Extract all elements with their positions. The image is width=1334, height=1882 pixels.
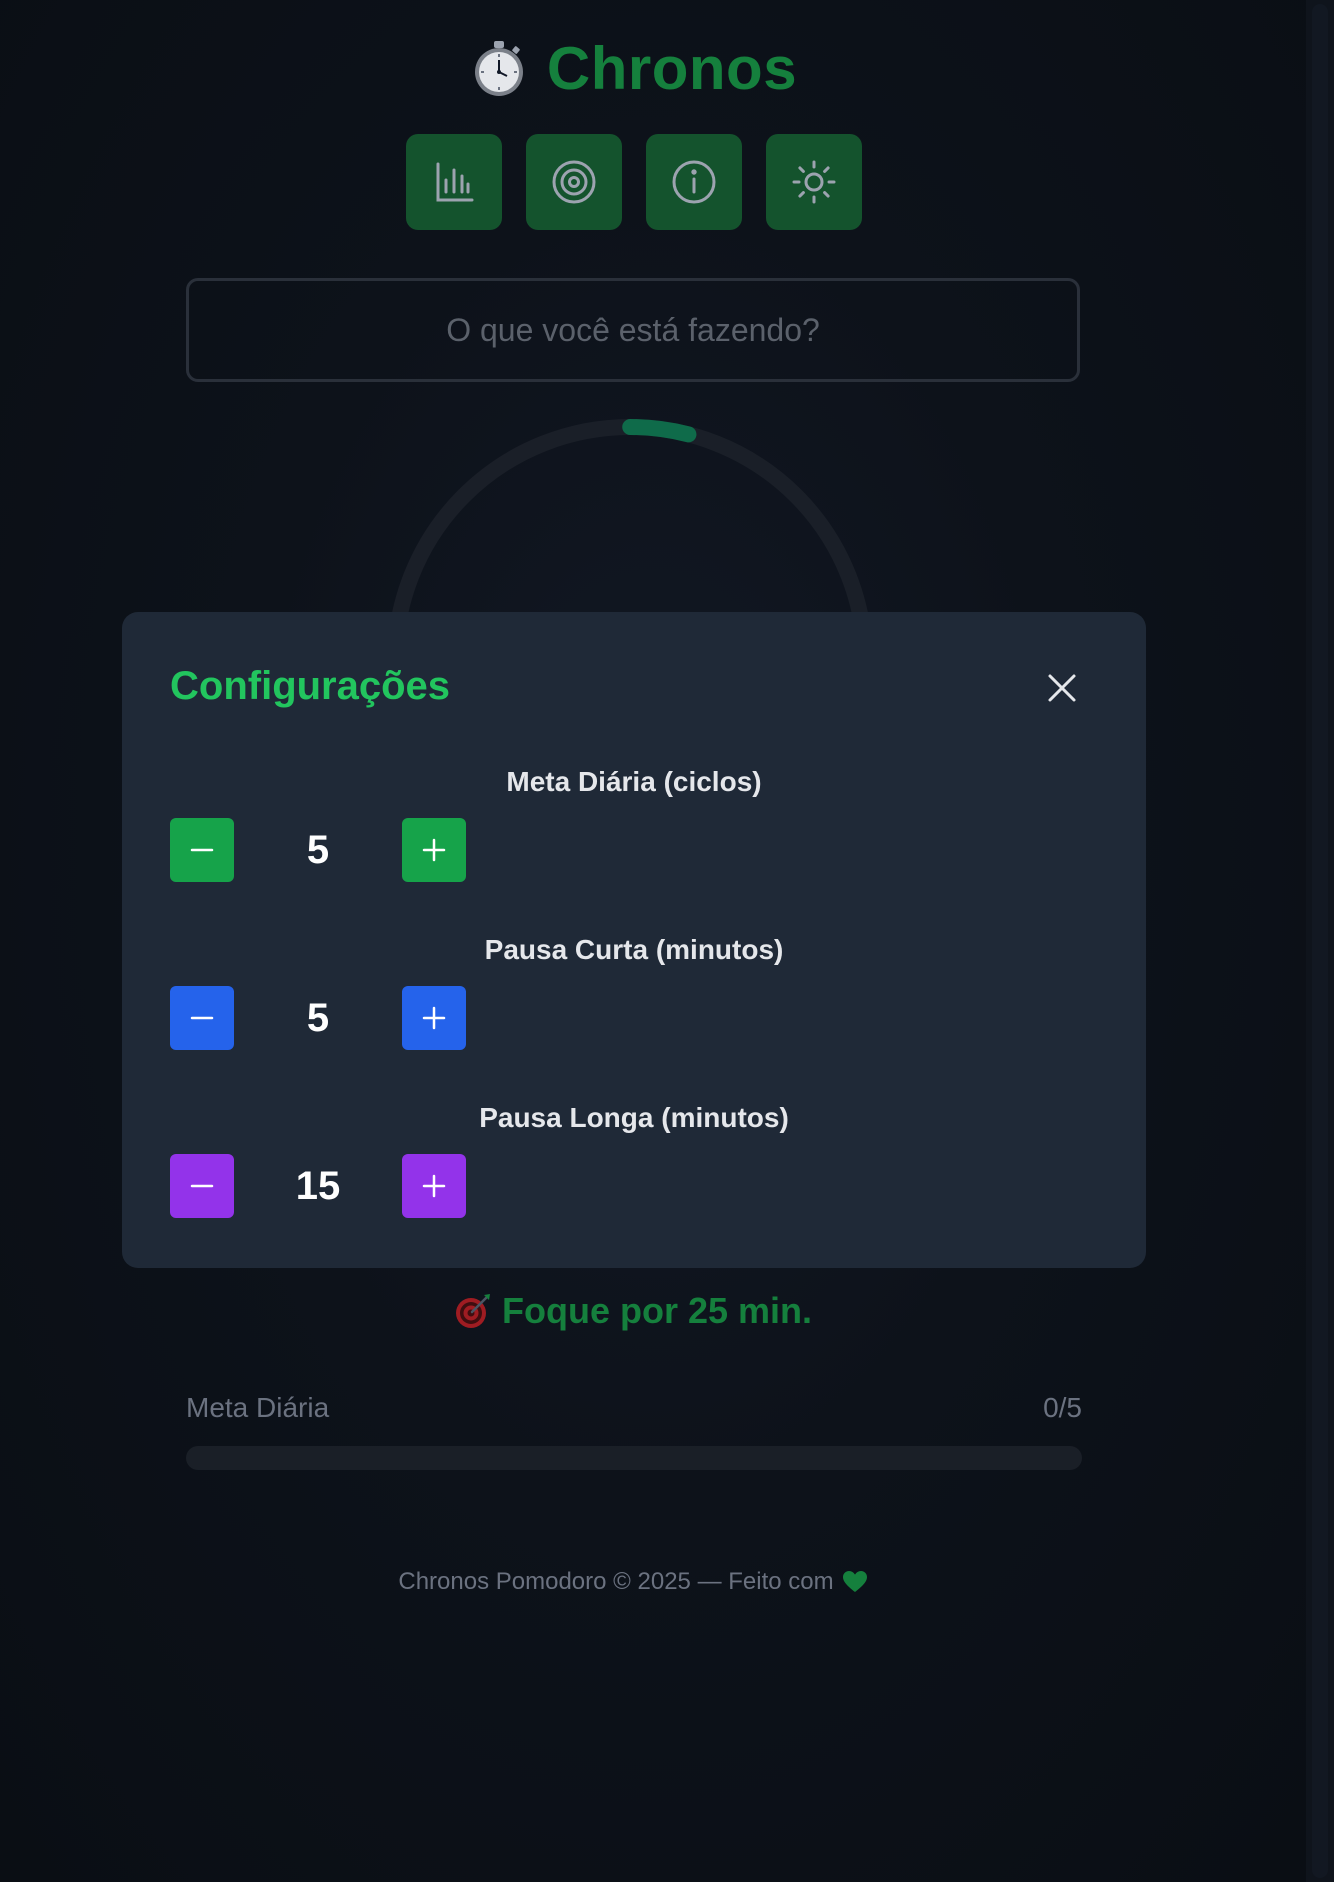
plus-icon <box>422 1006 446 1030</box>
long-break-increment-button[interactable] <box>402 1154 466 1218</box>
green-heart-icon <box>842 1571 867 1592</box>
goals-button[interactable] <box>526 134 622 230</box>
daily-goal-progress-bar <box>186 1446 1082 1470</box>
setting-label: Pausa Longa (minutos) <box>479 1102 789 1133</box>
long-break-decrement-button[interactable] <box>170 1154 234 1218</box>
scrollbar[interactable] <box>1306 0 1334 1882</box>
long-break-stepper: 15 <box>170 1154 466 1218</box>
task-input[interactable] <box>186 278 1080 382</box>
daily-goal-label: Meta Diária <box>186 1392 330 1423</box>
sun-icon <box>792 160 836 204</box>
info-icon <box>672 160 716 204</box>
scrollbar-thumb[interactable] <box>1312 4 1328 1878</box>
minus-icon <box>190 1016 214 1020</box>
daily-goal-setting: Meta Diária (ciclos) 5 <box>170 766 1098 896</box>
close-icon <box>1048 674 1076 702</box>
theme-toggle-button[interactable] <box>766 134 862 230</box>
stats-button[interactable] <box>406 134 502 230</box>
daily-goal-decrement-button[interactable] <box>170 818 234 882</box>
short-break-setting: Pausa Curta (minutos) 5 <box>170 934 1098 1064</box>
close-button[interactable] <box>1044 670 1080 706</box>
focus-text: Foque por 25 min. <box>501 1290 813 1331</box>
bar-chart-icon <box>436 162 474 202</box>
short-break-increment-button[interactable] <box>402 986 466 1050</box>
plus-icon <box>422 838 446 862</box>
stopwatch-icon <box>474 41 523 96</box>
setting-label: Meta Diária (ciclos) <box>506 766 762 797</box>
daily-goal-increment-button[interactable] <box>402 818 466 882</box>
app-header: Chronos <box>0 28 1266 108</box>
bullseye-icon <box>455 1294 490 1328</box>
setting-label: Pausa Curta (minutos) <box>484 934 784 965</box>
app-title: Chronos <box>546 34 798 102</box>
daily-goal-stepper: 5 <box>170 818 466 882</box>
target-icon <box>552 160 596 204</box>
toolbar <box>406 134 862 230</box>
footer: Chronos Pomodoro © 2025 — Feito com <box>0 1568 1266 1596</box>
footer-text: Chronos Pomodoro © 2025 — Feito com <box>398 1568 834 1595</box>
minus-icon <box>190 848 214 852</box>
plus-icon <box>422 1174 446 1198</box>
daily-goal-count: 0/5 <box>1043 1392 1082 1423</box>
long-break-setting: Pausa Longa (minutos) 15 <box>170 1102 1098 1232</box>
minus-icon <box>190 1184 214 1188</box>
info-button[interactable] <box>646 134 742 230</box>
focus-message: Foque por 25 min. <box>0 1290 1266 1332</box>
short-break-decrement-button[interactable] <box>170 986 234 1050</box>
long-break-value: 15 <box>295 1163 341 1208</box>
daily-goal-value: 5 <box>306 827 330 872</box>
settings-modal: Configurações Meta Diária (ciclos) 5 Pau… <box>122 612 1146 1268</box>
modal-title: Configurações <box>170 664 451 708</box>
timer-progress-arc <box>622 419 697 443</box>
short-break-stepper: 5 <box>170 986 466 1050</box>
app-background: Chronos O que você está fazendo? Configu… <box>0 0 1306 1882</box>
daily-goal-row: Meta Diária 0/5 <box>186 1392 1082 1424</box>
short-break-value: 5 <box>306 995 330 1040</box>
